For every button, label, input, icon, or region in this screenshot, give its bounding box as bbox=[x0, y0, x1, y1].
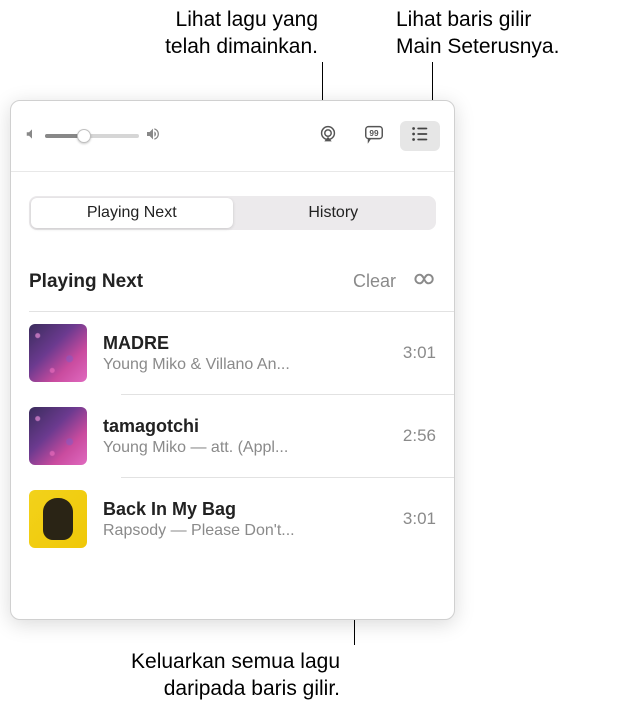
tab-history[interactable]: History bbox=[233, 198, 435, 228]
track-list: MADRE Young Miko & Villano An... 3:01 ta… bbox=[11, 312, 454, 560]
track-duration: 3:01 bbox=[392, 343, 436, 363]
playing-next-panel: 99 Playing Next History Playing Next Cle… bbox=[10, 100, 455, 620]
track-row[interactable]: tamagotchi Young Miko — att. (Appl... 2:… bbox=[11, 395, 454, 477]
toolbar: 99 bbox=[11, 101, 454, 171]
volume-thumb[interactable] bbox=[77, 129, 91, 143]
track-info: Back In My Bag Rapsody — Please Don't... bbox=[103, 499, 376, 540]
track-title: tamagotchi bbox=[103, 416, 376, 437]
album-artwork bbox=[29, 407, 87, 465]
track-title: MADRE bbox=[103, 333, 376, 354]
track-artist: Rapsody — Please Don't... bbox=[103, 522, 376, 540]
callout-history: Lihat lagu yang telah dimainkan. bbox=[108, 6, 318, 61]
track-artist: Young Miko & Villano An... bbox=[103, 356, 376, 374]
tab-playing-next[interactable]: Playing Next bbox=[31, 198, 233, 228]
airplay-icon bbox=[317, 123, 339, 150]
track-title: Back In My Bag bbox=[103, 499, 376, 520]
svg-text:99: 99 bbox=[369, 128, 379, 137]
track-row[interactable]: Back In My Bag Rapsody — Please Don't...… bbox=[11, 478, 454, 560]
track-info: tamagotchi Young Miko — att. (Appl... bbox=[103, 416, 376, 457]
volume-slider[interactable] bbox=[25, 126, 161, 147]
album-artwork bbox=[29, 324, 87, 382]
autoplay-button[interactable] bbox=[410, 266, 436, 297]
speaker-low-icon bbox=[25, 127, 39, 146]
clear-button[interactable]: Clear bbox=[353, 271, 396, 292]
volume-track[interactable] bbox=[45, 134, 139, 138]
divider bbox=[11, 171, 454, 172]
queue-button[interactable] bbox=[400, 121, 440, 151]
album-artwork bbox=[29, 490, 87, 548]
callout-clear: Keluarkan semua lagu daripada baris gili… bbox=[90, 648, 340, 703]
track-info: MADRE Young Miko & Villano An... bbox=[103, 333, 376, 374]
callout-queue-button: Lihat baris gilir Main Seterusnya. bbox=[396, 6, 559, 61]
section-header: Playing Next Clear bbox=[11, 266, 454, 297]
queue-list-icon bbox=[409, 123, 431, 150]
airplay-button[interactable] bbox=[308, 121, 348, 151]
track-row[interactable]: MADRE Young Miko & Villano An... 3:01 bbox=[11, 312, 454, 394]
track-duration: 3:01 bbox=[392, 509, 436, 529]
lyrics-icon: 99 bbox=[363, 123, 385, 150]
section-title: Playing Next bbox=[29, 271, 353, 293]
lyrics-button[interactable]: 99 bbox=[354, 121, 394, 151]
segmented-control: Playing Next History bbox=[29, 196, 436, 230]
tab-label: History bbox=[308, 204, 358, 222]
track-artist: Young Miko — att. (Appl... bbox=[103, 439, 376, 457]
track-duration: 2:56 bbox=[392, 426, 436, 446]
infinity-icon bbox=[410, 279, 436, 296]
speaker-high-icon bbox=[145, 126, 161, 147]
tab-label: Playing Next bbox=[87, 204, 177, 222]
